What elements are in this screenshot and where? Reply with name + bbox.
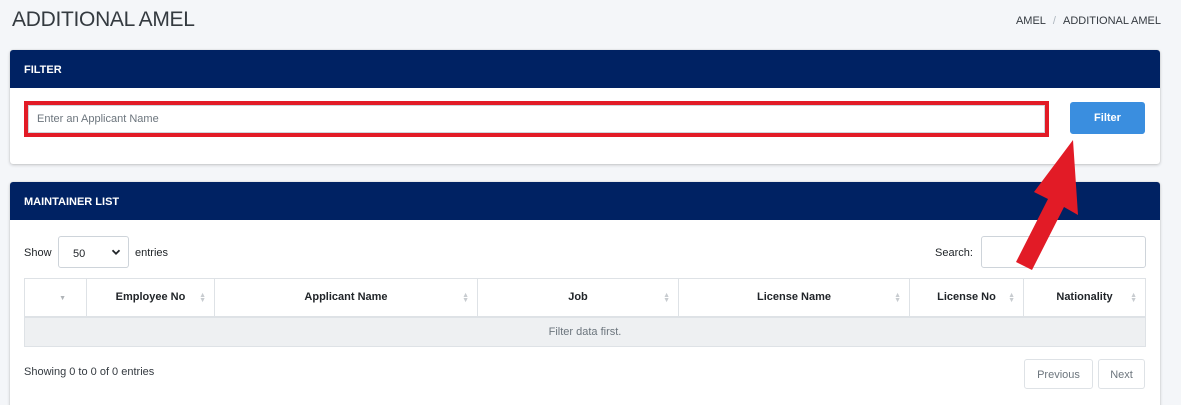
filter-card: FILTER Filter xyxy=(10,50,1160,164)
applicant-name-input[interactable] xyxy=(28,105,1045,133)
sort-icon: ▼ xyxy=(59,295,66,302)
filter-button[interactable]: Filter xyxy=(1070,102,1145,134)
maintainer-list-card: MAINTAINER LIST Show 50 entries Search: … xyxy=(10,182,1160,405)
breadcrumb-separator: / xyxy=(1052,15,1056,27)
table-header-row: ▼ Employee No ▲ ▼ Applicant Name ▲ ▼ Job ▲ ▼ L… xyxy=(24,278,1146,318)
show-label: Show xyxy=(24,247,52,259)
sort-icon: ▲ ▼ xyxy=(462,292,469,304)
page-title: ADDITIONAL AMEL xyxy=(12,8,195,31)
previous-page-button[interactable]: Previous xyxy=(1024,359,1093,389)
red-arrow-annotation xyxy=(1016,140,1078,270)
applicant-input-highlight xyxy=(24,101,1049,137)
search-label: Search: xyxy=(935,247,973,259)
page-header: ADDITIONAL AMEL AMEL / ADDITIONAL AMEL xyxy=(12,6,1161,36)
breadcrumb-item-amel[interactable]: AMEL xyxy=(1016,15,1046,27)
column-header-license-no[interactable]: License No ▲ ▼ xyxy=(909,278,1024,318)
page-length-select[interactable]: 50 xyxy=(58,236,129,268)
table-info: Showing 0 to 0 of 0 entries xyxy=(24,366,155,378)
breadcrumb-item-current: ADDITIONAL AMEL xyxy=(1062,15,1161,27)
next-page-button[interactable]: Next xyxy=(1098,359,1145,389)
maintainer-table: ▼ Employee No ▲ ▼ Applicant Name ▲ ▼ Job ▲ ▼ L… xyxy=(24,278,1146,347)
sort-icon: ▲ ▼ xyxy=(894,292,901,304)
empty-table-message: Filter data first. xyxy=(24,316,1146,347)
entries-label: entries xyxy=(135,247,169,259)
column-header-job[interactable]: Job ▲ ▼ xyxy=(477,278,679,318)
column-header-nationality[interactable]: Nationality ▲ ▼ xyxy=(1023,278,1146,318)
table-row: Filter data first. xyxy=(24,316,1146,347)
sort-icon: ▲ ▼ xyxy=(663,292,670,304)
column-header-applicant-name[interactable]: Applicant Name ▲ ▼ xyxy=(214,278,478,318)
column-header-control[interactable]: ▼ xyxy=(24,278,87,318)
filter-card-header: FILTER xyxy=(10,50,1160,88)
chevron-down-icon xyxy=(111,249,121,255)
column-header-employee-no[interactable]: Employee No ▲ ▼ xyxy=(86,278,215,318)
breadcrumb: AMEL / ADDITIONAL AMEL xyxy=(1016,15,1161,27)
sort-icon: ▲ ▼ xyxy=(1130,292,1137,304)
page-length-value: 50 xyxy=(73,248,86,260)
column-header-license-name[interactable]: License Name ▲ ▼ xyxy=(678,278,910,318)
sort-icon: ▲ ▼ xyxy=(1008,292,1015,304)
sort-icon: ▲ ▼ xyxy=(199,292,206,304)
maintainer-list-header: MAINTAINER LIST xyxy=(10,182,1160,220)
